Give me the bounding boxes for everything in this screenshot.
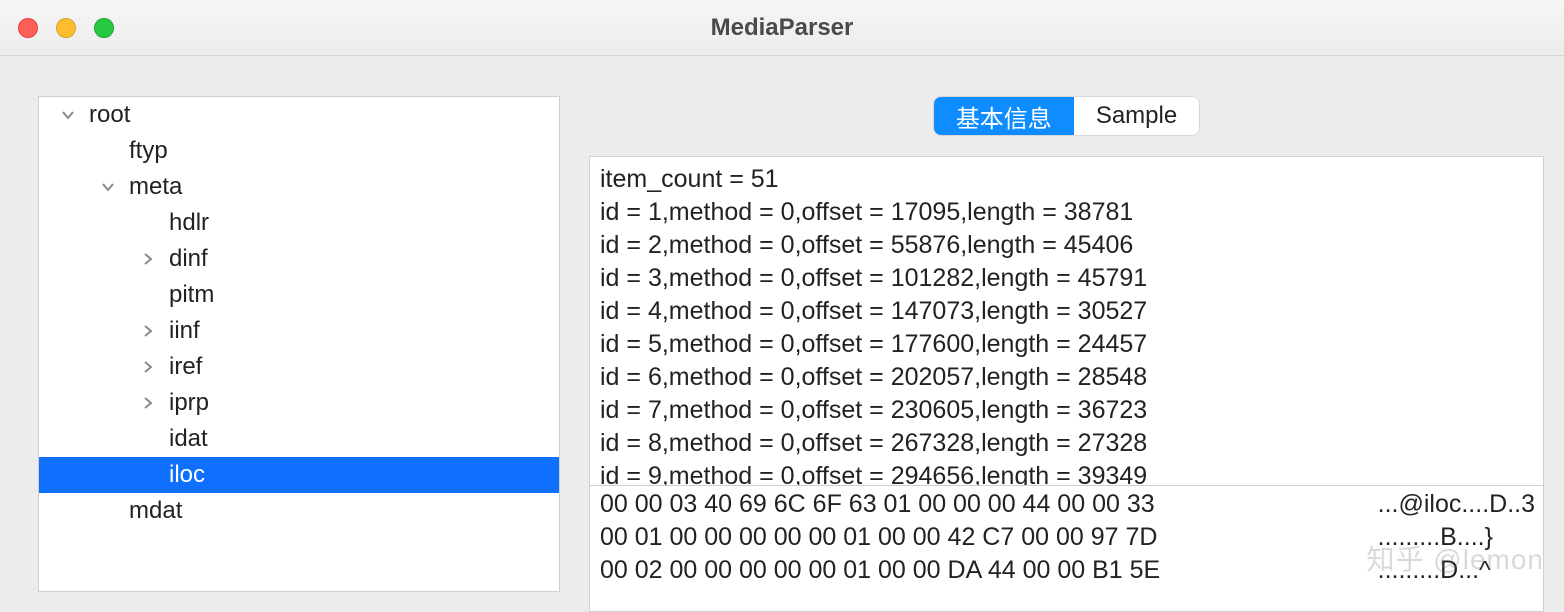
window-titlebar: MediaParser xyxy=(0,0,1564,56)
tab-basic-info[interactable]: 基本信息 xyxy=(934,97,1074,135)
tree-item-label: iref xyxy=(169,353,202,381)
hex-bytes-column: 00 00 03 40 69 6C 6F 63 01 00 00 00 44 0… xyxy=(600,488,1160,611)
info-line: id = 3,method = 0,offset = 101282,length… xyxy=(600,262,1535,295)
info-line: id = 9,method = 0,offset = 294656,length… xyxy=(600,460,1535,486)
info-line: id = 7,method = 0,offset = 230605,length… xyxy=(600,394,1535,427)
tree-row-ftyp[interactable]: ftyp xyxy=(39,133,559,169)
segmented-control[interactable]: 基本信息Sample xyxy=(933,96,1200,136)
tree-item-label: idat xyxy=(169,425,208,453)
atom-tree[interactable]: root ftyp meta hdlr dinf pitm iinf iref iprp idat… xyxy=(38,96,560,592)
tree-item-label: meta xyxy=(129,173,182,201)
tree-row-iref[interactable]: iref xyxy=(39,349,559,385)
chevron-right-icon[interactable] xyxy=(131,397,165,409)
tree-row-mdat[interactable]: mdat xyxy=(39,493,559,529)
chevron-right-icon[interactable] xyxy=(131,325,165,337)
chevron-down-icon[interactable] xyxy=(91,183,125,191)
tree-row-idat[interactable]: idat xyxy=(39,421,559,457)
tree-row-iloc[interactable]: iloc xyxy=(39,457,559,493)
tree-item-label: ftyp xyxy=(129,137,168,165)
info-line: id = 1,method = 0,offset = 17095,length … xyxy=(600,196,1535,229)
workspace: root ftyp meta hdlr dinf pitm iinf iref iprp idat… xyxy=(0,56,1564,612)
tree-item-label: iloc xyxy=(169,461,205,489)
chevron-right-icon[interactable] xyxy=(131,253,165,265)
sidebar-pane: root ftyp meta hdlr dinf pitm iinf iref iprp idat… xyxy=(0,56,569,612)
tabs-wrap: 基本信息Sample xyxy=(589,96,1544,136)
detail-pane: 基本信息Sample item_count = 51id = 1,method … xyxy=(569,56,1564,612)
hex-ascii-column: ...@iloc....D..3 .........B....} .......… xyxy=(1338,488,1535,611)
info-panel[interactable]: item_count = 51id = 1,method = 0,offset … xyxy=(589,156,1544,486)
tree-row-iinf[interactable]: iinf xyxy=(39,313,559,349)
tree-row-root[interactable]: root xyxy=(39,97,559,133)
tree-item-label: iprp xyxy=(169,389,209,417)
tree-item-label: mdat xyxy=(129,497,182,525)
tree-item-label: dinf xyxy=(169,245,208,273)
tree-row-meta[interactable]: meta xyxy=(39,169,559,205)
tree-item-label: root xyxy=(89,101,130,129)
minimize-icon[interactable] xyxy=(56,18,76,38)
info-line: id = 8,method = 0,offset = 267328,length… xyxy=(600,427,1535,460)
info-line: id = 2,method = 0,offset = 55876,length … xyxy=(600,229,1535,262)
tree-item-label: hdlr xyxy=(169,209,209,237)
tree-row-iprp[interactable]: iprp xyxy=(39,385,559,421)
info-line: id = 4,method = 0,offset = 147073,length… xyxy=(600,295,1535,328)
zoom-icon[interactable] xyxy=(94,18,114,38)
info-line: id = 5,method = 0,offset = 177600,length… xyxy=(600,328,1535,361)
tree-row-dinf[interactable]: dinf xyxy=(39,241,559,277)
tree-row-pitm[interactable]: pitm xyxy=(39,277,559,313)
info-line: item_count = 51 xyxy=(600,163,1535,196)
close-icon[interactable] xyxy=(18,18,38,38)
tab-sample[interactable]: Sample xyxy=(1074,97,1199,135)
info-line: id = 6,method = 0,offset = 202057,length… xyxy=(600,361,1535,394)
chevron-down-icon[interactable] xyxy=(51,111,85,119)
chevron-right-icon[interactable] xyxy=(131,361,165,373)
tree-row-hdlr[interactable]: hdlr xyxy=(39,205,559,241)
hex-panel[interactable]: 00 00 03 40 69 6C 6F 63 01 00 00 00 44 0… xyxy=(589,486,1544,612)
window-title: MediaParser xyxy=(711,14,854,42)
tree-item-label: iinf xyxy=(169,317,200,345)
tree-item-label: pitm xyxy=(169,281,214,309)
window-controls xyxy=(18,18,114,38)
